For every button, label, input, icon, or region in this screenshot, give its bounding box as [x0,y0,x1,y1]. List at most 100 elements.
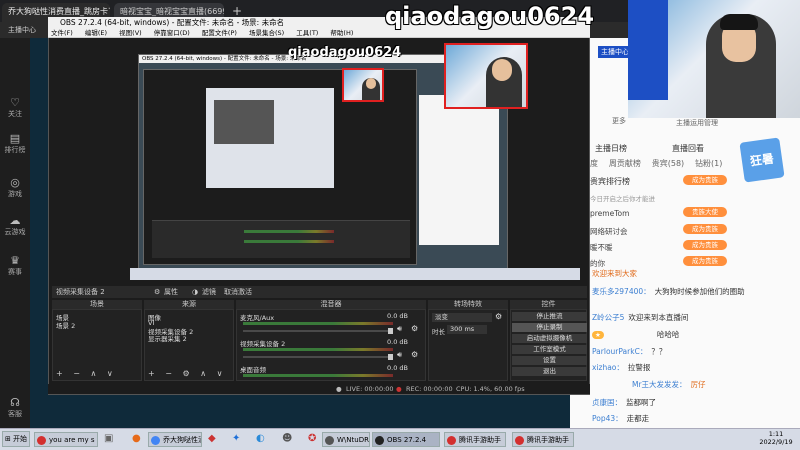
chat-text: 哈哈哈 [656,330,680,339]
chat-message: ParlourParkC： ？？ [592,346,666,357]
explorer-icon[interactable]: ▣ [104,433,113,444]
studio-mode-button[interactable]: 工作室模式 [512,345,587,354]
scene-item[interactable]: 场景 2 [56,320,75,330]
chat-text: 欢迎来到大家 [592,269,637,278]
taskbar-item-music[interactable]: you are my s [34,432,98,447]
stop-recording-button[interactable]: 停止录制 [512,323,587,332]
virtual-camera-button[interactable]: 启动虚拟摄像机 [512,334,587,343]
preview-watermark: qiaodagou0624 [288,45,402,60]
more-link[interactable]: 更多 [612,116,626,126]
chat-header-replay[interactable]: 直播回看 [672,143,704,154]
gear-icon[interactable]: ⚙ [411,350,418,359]
volume-slider[interactable] [243,328,393,334]
speaker-icon[interactable]: 🔊︎ [397,350,402,360]
tab-vip[interactable]: 贵宾(58) [652,159,684,168]
filter-icon[interactable]: ◑ [192,286,198,298]
mixer-dock-title: 混音器 [236,300,426,309]
menu-view[interactable]: 视图(V) [119,29,142,37]
fan-badge: ★ [592,331,604,339]
taskbar-item-tencent-2[interactable]: 腾讯手游助手 [512,432,574,447]
firefox-icon[interactable]: ● [132,433,141,444]
obs-status-bar: ● LIVE: 00:00:00 ● REC: 00:00:00 CPU: 1.… [48,384,590,394]
filters-button[interactable]: 滤镜 [202,286,216,298]
sidebar-item-events[interactable]: ♛ 赛事 [0,254,30,277]
taskbar-item-tencent-1[interactable]: 腾讯手游助手 [444,432,506,447]
chat-user[interactable]: Mr王大发发发： [632,380,687,389]
sidebar-item-label: 排行榜 [4,146,26,154]
gear-icon[interactable]: ⚙ [154,286,160,298]
start-button[interactable]: ⊞ 开始 [2,431,30,447]
speaker-icon[interactable]: 🔊︎ [397,324,402,334]
sidebar-item-service[interactable]: ☊ 客服 [0,396,30,419]
site-home-link[interactable]: 主播中心 [8,25,36,35]
chat-message: 贞康国： 监都啊了 [592,397,656,408]
menu-tools[interactable]: 工具(T) [296,29,318,37]
sidebar-item-ranking[interactable]: ▤ 排行榜 [0,132,30,155]
chat-user[interactable]: 贞康国： [592,398,622,407]
app-icon[interactable]: ☻ [282,433,292,444]
tab-contribution[interactable]: 度 [590,159,598,168]
source-item[interactable]: 显示器采集 2 [148,333,187,343]
taskbar-item-browser[interactable]: 乔大狗哒性消 [148,432,202,447]
properties-button[interactable]: 属性 [164,286,178,298]
stop-streaming-button[interactable]: 停止推流 [512,312,587,321]
promo-banner[interactable]: 狂暑 [739,137,785,183]
new-tab-button[interactable]: + [232,4,242,18]
system-clock[interactable]: 1:11 2022/9/19 [756,430,796,448]
nested-capture-4 [214,100,274,144]
tab-diamond[interactable]: 钻粉(1) [695,159,722,168]
transition-select[interactable]: 淡变 [432,313,492,322]
become-noble-button[interactable]: 成为贵族 [683,256,727,266]
taskbar-item-folder[interactable]: W\NtuDRe02 [322,432,370,447]
sidebar-item-follow[interactable]: ♡ 关注 [0,96,30,119]
menu-profile[interactable]: 配置文件(P) [202,29,237,37]
transitions-dock-title: 转场特效 [428,300,508,309]
settings-button[interactable]: 设置 [512,356,587,365]
heart-icon: ♡ [10,96,20,109]
app-icon[interactable]: ◐ [256,433,265,444]
obs-preview[interactable]: OBS 27.2.4 (64-bit, windows) - 配置文件: 未命名… [52,40,587,284]
chat-text: 拉警报 [627,363,651,372]
chat-user[interactable]: xizhao： [592,363,624,372]
sidebar-item-games[interactable]: ◎ 游戏 [0,176,30,199]
app-icon[interactable]: ◆ [208,433,216,444]
subscribe-link[interactable]: 主播运用管理 [676,118,718,128]
gear-icon[interactable]: ⚙ [495,312,502,321]
become-noble-button[interactable]: 成为贵族 [683,240,727,250]
app-icon[interactable]: ✦ [232,433,240,444]
browser-tab-label: 暗视宝宝_暗视宝宝直播(6699 [120,7,224,16]
chat-message: ★ 哈哈哈 [592,329,679,340]
become-noble-button[interactable]: 成为贵族 [683,224,727,234]
chat-user[interactable]: 麦乐多297400： [592,287,651,296]
menu-help[interactable]: 帮助(H) [330,29,353,37]
chat-user[interactable]: Z岭公子5 [592,313,624,322]
chat-header-title[interactable]: 主播日榜 [595,143,627,154]
menu-file[interactable]: 文件(F) [51,29,73,37]
chat-message: Mr王大发发发： 厉仔 [592,379,706,390]
chat-message: 麦乐多297400： 大狗狗时候参加他们的圈助 [592,286,745,297]
chat-text: 欢迎来到本直播间 [628,313,689,322]
tab-weekly[interactable]: 周贡献榜 [609,159,641,168]
taskbar-item-obs[interactable]: OBS 27.2.4 [372,432,440,447]
duration-input[interactable]: 300 ms [447,325,487,334]
mixer-channel-name: 桌面音频 [240,366,266,374]
become-noble-button[interactable]: 成为贵族 [683,175,727,185]
exit-button[interactable]: 退出 [512,367,587,376]
menu-edit[interactable]: 编辑(E) [85,29,107,37]
gear-icon[interactable]: ⚙ [411,324,418,333]
sidebar-item-cloud-game[interactable]: ☁ 云游戏 [0,214,30,237]
fan-club-link[interactable]: 主播中心 [598,46,632,58]
site-sidebar: ♡ 关注 ▤ 排行榜 ◎ 游戏 ☁ 云游戏 ♛ 赛事 ☊ 客服 [0,38,30,428]
mixer-channel-name: 视频采集设备 2 [240,340,286,348]
volume-slider[interactable] [243,354,393,360]
activate-button[interactable]: 取消激活 [224,286,252,298]
scene-toolbar[interactable]: + − ∧ ∨ [56,369,117,378]
cloud-game-icon: ☁ [9,214,21,227]
menu-scene-collection[interactable]: 场景集合(S) [249,29,284,37]
menu-docks[interactable]: 停靠窗口(D) [154,29,190,37]
noble-ambassador-button[interactable]: 贵族大使 [683,207,727,217]
chat-user[interactable]: ParlourParkC： [592,347,647,356]
app-icon[interactable]: ✪ [308,433,316,444]
source-toolbar[interactable]: + − ⚙ ∧ ∨ [148,369,226,378]
chat-user[interactable]: Pop43： [592,414,623,423]
